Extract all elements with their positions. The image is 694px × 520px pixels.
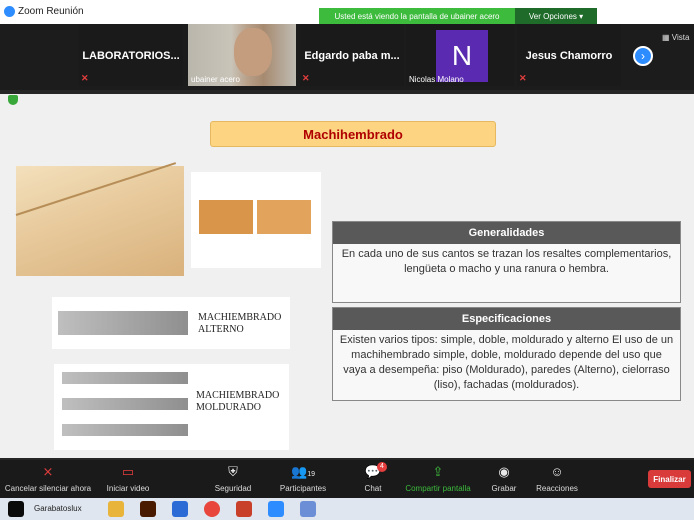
participant-name: ubainer acero (191, 75, 240, 84)
participants-count: 19 (307, 471, 315, 478)
record-label: Grabar (491, 484, 517, 493)
muted-mic-icon: ✕ (519, 73, 527, 83)
zoom-app-icon[interactable] (268, 501, 284, 517)
view-mode-label[interactable]: ▦ Vista (662, 33, 689, 42)
paint-icon[interactable] (300, 501, 316, 517)
reactions-button[interactable]: ☺ Reacciones (534, 460, 580, 498)
video-button[interactable]: ▭ Iniciar video (98, 460, 158, 498)
muted-mic-icon: ✕ (302, 73, 310, 83)
muted-mic-icon: ⨯ (42, 464, 54, 479)
mute-button[interactable]: ⨯ Cancelar silenciar ahora (2, 460, 94, 498)
illustrator-icon[interactable] (140, 501, 156, 517)
especificaciones-box: Especificaciones Existen varios tipos: s… (332, 307, 681, 401)
video-label: Iniciar video (106, 484, 150, 493)
shield-icon: ⛨ (228, 464, 238, 479)
participant-tile[interactable]: LABORATORIOS... ✕ (79, 24, 183, 86)
security-button[interactable]: ⛨ Seguridad (205, 460, 261, 498)
view-options-label: Ver Opciones (528, 11, 577, 21)
mute-label: Cancelar silenciar ahora (4, 484, 92, 493)
generalidades-text: En cada uno de sus cantos se trazan los … (341, 248, 672, 275)
file-explorer-icon[interactable] (108, 501, 124, 517)
moldurado-caption: MACHIEMBRADO MOLDURADO (196, 390, 280, 413)
mail-icon[interactable] (172, 501, 188, 517)
participants-button[interactable]: 👥19 Participantes (275, 460, 331, 498)
muted-mic-icon: ✕ (81, 73, 89, 83)
windows-start-icon[interactable] (8, 501, 24, 517)
especificaciones-heading: Especificaciones (333, 308, 680, 330)
participant-tile[interactable]: Edgardo paba m... ✕ (300, 24, 404, 86)
chat-label: Chat (364, 484, 382, 493)
chat-badge: 4 (377, 462, 387, 472)
os-taskbar: Garabatoslux (0, 498, 694, 520)
record-button[interactable]: ◉ Grabar (484, 460, 524, 498)
security-label: Seguridad (214, 484, 252, 493)
record-icon: ◉ (498, 464, 510, 479)
chevron-down-icon: ▾ (579, 11, 584, 21)
participants-label: Participantes (279, 484, 327, 493)
alterno-caption: MACHIEMBRADO ALTERNO (198, 312, 282, 335)
window-title: Zoom Reunión (18, 6, 84, 17)
shared-screen: Machihembrado MACHIEMBRADO ALTERNO MACHI… (0, 94, 694, 458)
participant-name: Edgardo paba m... (304, 50, 400, 62)
participant-name: LABORATORIOS... (82, 50, 180, 62)
participant-name: Nicolas Molano (409, 75, 464, 84)
alterno-diagram: MACHIEMBRADO ALTERNO (52, 297, 290, 349)
moldurado-diagram: MACHIEMBRADO MOLDURADO (54, 364, 289, 450)
view-mode-text: Vista (671, 33, 690, 42)
participant-name: Jesus Chamorro (525, 50, 613, 62)
generalidades-box: Generalidades En cada uno de sus cantos … (332, 221, 681, 303)
share-screen-label: Compartir pantalla (405, 484, 471, 493)
participant-tile-video[interactable]: ubainer acero (188, 24, 296, 86)
smiley-icon: ☺ (550, 464, 564, 479)
chrome-icon[interactable] (204, 501, 220, 517)
people-icon: 👥19 (291, 464, 315, 479)
slide-title: Machihembrado (210, 121, 496, 147)
powerpoint-icon[interactable] (236, 501, 252, 517)
participant-tile[interactable]: N Nicolas Molano (406, 24, 514, 86)
chat-button[interactable]: 💬 4 Chat (355, 460, 391, 498)
generalidades-heading: Generalidades (333, 222, 680, 244)
joint-block-image (191, 172, 321, 268)
especificaciones-text: Existen varios tipos: simple, doble, mol… (339, 334, 674, 391)
participant-tile[interactable]: Jesus Chamorro ✕ (517, 24, 621, 86)
view-options-button[interactable]: Ver Opciones ▾ (515, 8, 597, 24)
end-meeting-button[interactable]: Finalizar (648, 470, 691, 488)
share-screen-icon: ⇪ (432, 464, 444, 479)
sharing-banner: Usted está viendo la pantalla de ubainer… (319, 8, 515, 24)
next-page-arrow-icon[interactable]: › (633, 46, 653, 66)
share-screen-button[interactable]: ⇪ Compartir pantalla (400, 460, 476, 498)
participant-strip: LABORATORIOS... ✕ ubainer acero Edgardo … (0, 24, 694, 90)
encryption-shield-icon (8, 95, 18, 105)
video-off-icon: ▭ (121, 464, 135, 479)
meeting-toolbar: ⨯ Cancelar silenciar ahora ▭ Iniciar vid… (0, 460, 694, 498)
taskbar-app-label[interactable]: Garabatoslux (34, 504, 82, 513)
wood-board-photo (15, 162, 184, 276)
zoom-logo-icon (4, 6, 15, 17)
reactions-label: Reacciones (536, 484, 578, 493)
